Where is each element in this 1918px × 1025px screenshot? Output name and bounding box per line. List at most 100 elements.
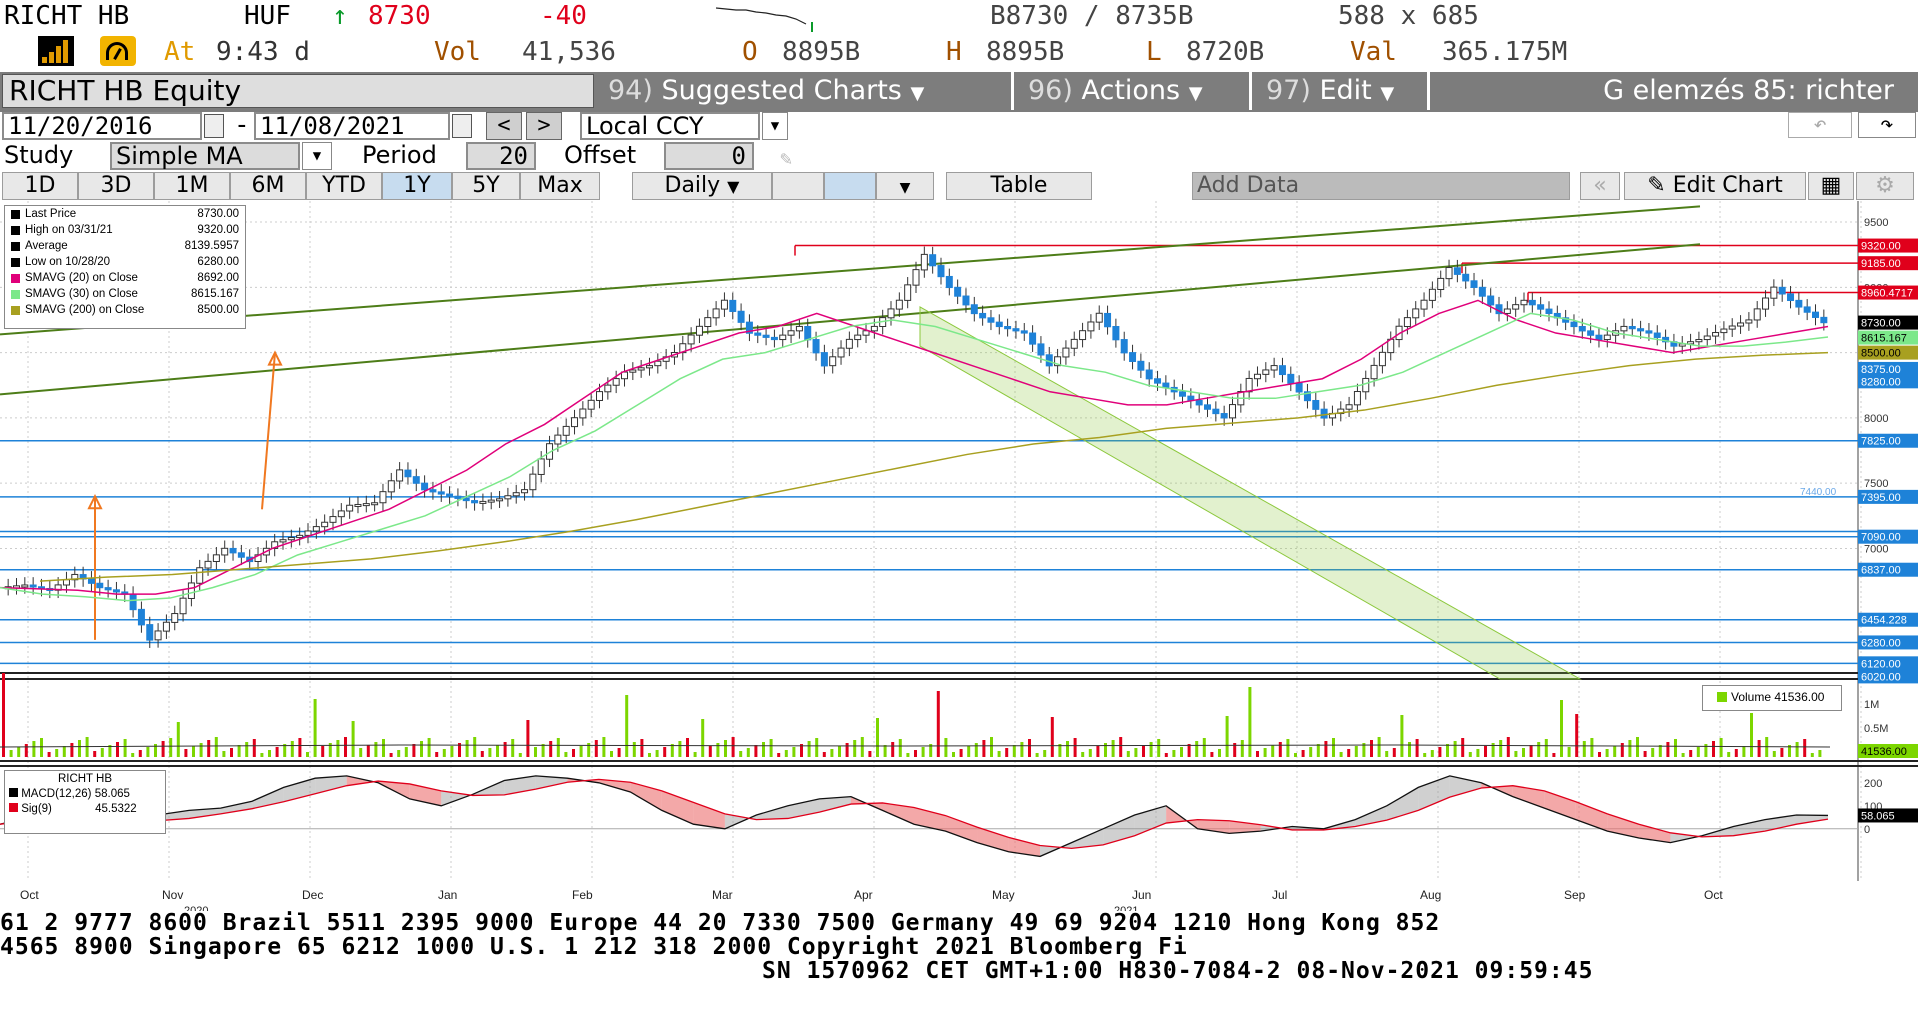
candle-body xyxy=(870,325,878,332)
candle-body xyxy=(1720,328,1728,334)
caret-down-icon[interactable]: ▼ xyxy=(762,112,788,140)
range-button-1y[interactable]: 1Y xyxy=(382,172,452,200)
range-button-3d[interactable]: 3D xyxy=(78,172,154,200)
volume-bar xyxy=(1780,748,1784,757)
actions-menu[interactable]: 96) Actions ▼ xyxy=(1014,72,1252,110)
edit-menu[interactable]: 97) Edit ▼ xyxy=(1252,72,1430,110)
calendar-icon[interactable] xyxy=(452,114,472,138)
candle-body xyxy=(1620,325,1628,332)
candle-body xyxy=(937,265,945,278)
volume-bar xyxy=(1560,700,1563,757)
redo-icon[interactable]: ↷ xyxy=(1858,112,1916,138)
candle-body xyxy=(212,554,220,563)
range-button-1m[interactable]: 1M xyxy=(154,172,230,200)
volume-bar xyxy=(1476,749,1480,757)
range-button-ytd[interactable]: YTD xyxy=(306,172,382,200)
y-tick-label: 7000 xyxy=(1864,543,1888,555)
signal-bars-icon[interactable] xyxy=(38,36,74,66)
legend-value: 8500.00 xyxy=(197,304,239,316)
price-tag-label: 6120.00 xyxy=(1861,658,1901,670)
candle-body xyxy=(562,425,570,436)
edit-chart-button[interactable]: ✎ Edit Chart xyxy=(1624,172,1806,200)
volume-bar xyxy=(1370,740,1373,757)
frequency-select[interactable]: Daily ▼ xyxy=(632,172,772,200)
add-data-field[interactable]: Add Data xyxy=(1192,172,1570,200)
volume-bar xyxy=(1484,746,1487,757)
volume-bar xyxy=(450,746,454,757)
volume-bar xyxy=(1666,742,1670,757)
gauge-icon[interactable] xyxy=(100,36,136,66)
sparkline-icon xyxy=(716,7,813,32)
volume-bar xyxy=(1408,742,1411,757)
prev-period-button[interactable]: < xyxy=(486,112,522,140)
range-button-5y[interactable]: 5Y xyxy=(452,172,520,200)
candle-body xyxy=(1228,404,1236,419)
line-chart-icon[interactable] xyxy=(772,172,824,200)
calendar-icon[interactable] xyxy=(204,114,224,138)
pencil-icon[interactable]: ✎ xyxy=(780,146,792,170)
volume-bar xyxy=(1757,740,1761,757)
bar-chart-icon[interactable] xyxy=(824,172,876,200)
candle-body xyxy=(312,526,320,532)
volume-bar xyxy=(610,751,613,757)
candle-body xyxy=(970,304,978,315)
chart-settings-icon[interactable]: ▦ xyxy=(1808,172,1854,200)
price-tag-label: 7825.00 xyxy=(1861,436,1901,448)
security-field[interactable]: RICHT HB Equity xyxy=(2,74,594,108)
legend-swatch xyxy=(11,306,20,315)
candle-body xyxy=(287,537,295,541)
volume-bar xyxy=(427,738,431,757)
study-select[interactable]: Simple MA xyxy=(110,142,300,170)
volume-bar xyxy=(1240,740,1244,757)
volume-bar xyxy=(184,749,188,757)
volume-bar xyxy=(906,753,910,757)
range-button-6m[interactable]: 6M xyxy=(230,172,306,200)
offset-field[interactable]: 0 xyxy=(664,142,754,170)
price-tag-label: 6020.00 xyxy=(1861,671,1901,683)
legend-swatch xyxy=(11,290,20,299)
gear-icon[interactable]: ⚙ xyxy=(1856,172,1914,200)
period-field[interactable]: 20 xyxy=(466,142,536,170)
legend-label: Average xyxy=(25,240,68,252)
x-tick-label: Aug xyxy=(1420,888,1441,902)
volume-bar xyxy=(131,753,135,757)
volume-bar xyxy=(9,750,13,757)
volume-bar xyxy=(1134,748,1138,757)
candle-body xyxy=(1320,408,1328,419)
legend-swatch xyxy=(11,258,20,267)
table-button[interactable]: Table xyxy=(946,172,1092,200)
undo-icon[interactable]: ↶ xyxy=(1788,112,1852,138)
range-button-1d[interactable]: 1D xyxy=(2,172,78,200)
volume-bar xyxy=(594,740,598,757)
collapse-icon[interactable]: « xyxy=(1580,172,1620,200)
candle-body xyxy=(1104,312,1112,328)
currency-select[interactable]: Local CCY xyxy=(580,112,760,140)
chart-type-caret[interactable]: ▼ xyxy=(876,172,934,200)
start-date-field[interactable]: 11/20/2016 xyxy=(2,112,202,140)
x-tick-label: Nov xyxy=(162,888,183,902)
next-period-button[interactable]: > xyxy=(526,112,562,140)
volume-bar xyxy=(146,747,150,757)
caret-down-icon[interactable]: ▼ xyxy=(302,142,332,170)
candle-body xyxy=(1778,286,1786,295)
price-chart[interactable]: 7000750080008500900095009320.009185.0089… xyxy=(0,201,1918,911)
volume-bar xyxy=(1081,752,1085,757)
candle-body xyxy=(1595,334,1603,341)
candle-body xyxy=(496,498,504,502)
volume-bar xyxy=(389,753,393,757)
volume-bar xyxy=(93,751,97,757)
candle-body xyxy=(1753,308,1761,321)
study-label: Study xyxy=(4,141,74,169)
candle-body xyxy=(446,493,454,497)
volume-bar xyxy=(853,740,857,757)
candle-body xyxy=(1020,330,1028,334)
volume-bar xyxy=(1202,738,1206,757)
volume-bar xyxy=(480,751,484,757)
candle-body xyxy=(1528,299,1536,306)
range-button-max[interactable]: Max xyxy=(520,172,600,200)
candle-body xyxy=(1154,378,1162,384)
end-date-field[interactable]: 11/08/2021 xyxy=(254,112,450,140)
suggested-charts-menu[interactable]: 94) Suggested Charts ▼ xyxy=(600,72,1014,110)
open-label: O xyxy=(742,37,758,67)
candle-body xyxy=(995,321,1003,328)
